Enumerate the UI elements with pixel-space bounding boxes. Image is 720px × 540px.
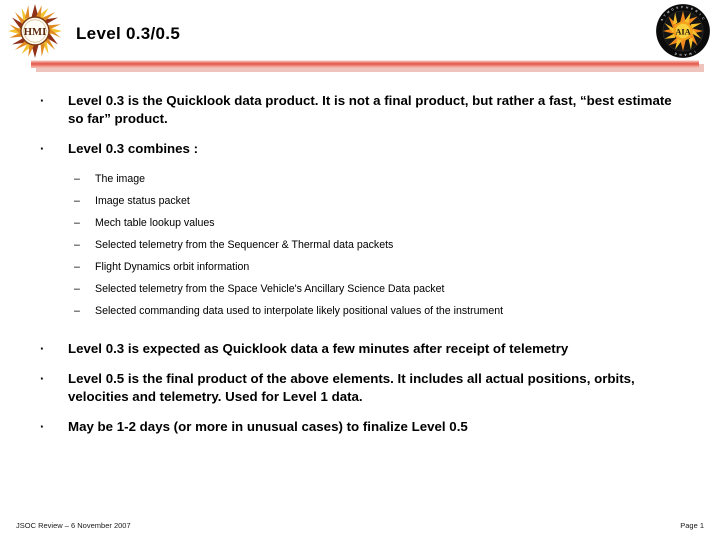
- bullet-marker: ·: [40, 419, 45, 434]
- title-divider-bar: [31, 60, 699, 68]
- bullet-item: · Level 0.5 is the final product of the …: [0, 370, 720, 406]
- sub-bullet-marker: –: [74, 283, 80, 295]
- sub-bullet-text: Flight Dynamics orbit information: [95, 261, 250, 273]
- slide-body: · Level 0.3 is the Quicklook data produc…: [0, 92, 720, 440]
- footer-page-number: Page 1: [680, 521, 704, 530]
- sub-bullet-item: – Selected commanding data used to inter…: [0, 304, 720, 318]
- bullet-text: Level 0.5 is the final product of the ab…: [68, 371, 635, 404]
- sub-bullet-text: The image: [95, 173, 146, 185]
- sub-bullet-marker: –: [74, 217, 80, 229]
- bullet-marker: ·: [40, 341, 45, 356]
- sub-bullet-item: – Mech table lookup values: [0, 216, 720, 230]
- bullet-item: · Level 0.3 is expected as Quicklook dat…: [0, 340, 720, 358]
- sub-bullet-marker: –: [74, 261, 80, 273]
- sub-bullet-item: – Image status packet: [0, 194, 720, 208]
- bullet-text: Level 0.3 combines :: [68, 141, 199, 156]
- svg-text:AIA: AIA: [675, 27, 690, 36]
- bullet-text: May be 1-2 days (or more in unusual case…: [68, 419, 468, 434]
- aia-logo-icon: AIA A T M O S P H E R I C I M A G E: [655, 3, 711, 59]
- sub-bullet-item: – Selected telemetry from the Sequencer …: [0, 238, 720, 252]
- sub-bullet-marker: –: [74, 239, 80, 251]
- bullet-item: · Level 0.3 is the Quicklook data produc…: [0, 92, 720, 128]
- sub-bullet-marker: –: [74, 195, 80, 207]
- sub-bullet-marker: –: [74, 305, 80, 317]
- hmi-logo-icon: HMI: [7, 3, 63, 59]
- bullet-item: · May be 1-2 days (or more in unusual ca…: [0, 418, 720, 436]
- slide-footer: JSOC Review – 6 November 2007 Page 1: [0, 521, 720, 537]
- svg-text:P: P: [681, 5, 683, 9]
- sub-bullet-text: Selected telemetry from the Sequencer & …: [95, 239, 394, 251]
- bullet-text: Level 0.3 is expected as Quicklook data …: [68, 341, 569, 356]
- sub-bullet-item: – Flight Dynamics orbit information: [0, 260, 720, 274]
- title-divider: [0, 58, 720, 78]
- sub-bullet-text: Mech table lookup values: [95, 217, 215, 229]
- bullet-marker: ·: [40, 141, 45, 156]
- sub-bullet-text: Selected commanding data used to interpo…: [95, 305, 504, 317]
- footer-event-label: JSOC Review – 6 November 2007: [16, 521, 131, 530]
- bullet-item: · Level 0.3 combines :: [0, 140, 720, 158]
- sub-bullet-text: Image status packet: [95, 195, 190, 207]
- svg-text:HMI: HMI: [24, 27, 46, 38]
- sub-bullet-text: Selected telemetry from the Space Vehicl…: [95, 283, 445, 295]
- bullet-marker: ·: [40, 93, 45, 108]
- bullet-text: Level 0.3 is the Quicklook data product.…: [68, 93, 672, 126]
- sub-bullet-item: – The image: [0, 172, 720, 186]
- page-title: Level 0.3/0.5: [76, 24, 181, 43]
- sub-bullet-marker: –: [74, 173, 80, 185]
- bullet-marker: ·: [40, 371, 45, 386]
- sub-bullet-item: – Selected telemetry from the Space Vehi…: [0, 282, 720, 296]
